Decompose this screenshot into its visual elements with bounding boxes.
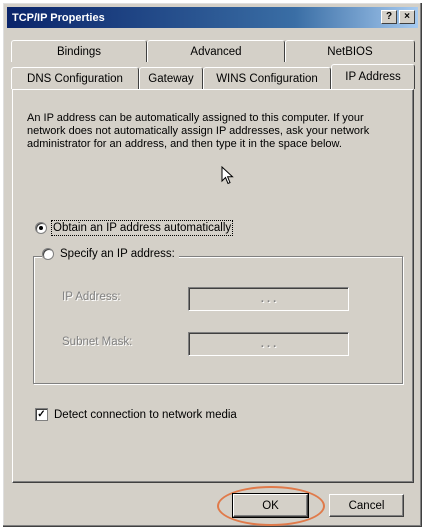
ip-address-label: IP Address: (62, 291, 121, 303)
ip-address-panel: An IP address can be automatically assig… (12, 89, 414, 483)
subnet-mask-field[interactable]: . . . (188, 332, 349, 356)
tab-ip-address[interactable]: IP Address (331, 64, 415, 89)
specify-ip-radio[interactable] (42, 248, 54, 260)
tab-bindings[interactable]: Bindings (11, 40, 147, 62)
tab-gateway[interactable]: Gateway (139, 67, 203, 89)
tab-advanced[interactable]: Advanced (147, 40, 285, 62)
detect-media-label[interactable]: Detect connection to network media (54, 409, 237, 421)
checkmark-icon[interactable]: ✓ (35, 408, 48, 421)
detect-media-option[interactable]: ✓ Detect connection to network media (35, 408, 237, 421)
obtain-ip-radio[interactable] (35, 222, 47, 234)
tab-netbios[interactable]: NetBIOS (285, 40, 415, 62)
title-bar: TCP/IP Properties ? × (7, 7, 418, 28)
help-icon[interactable]: ? (381, 10, 397, 24)
window-title: TCP/IP Properties (12, 11, 105, 24)
mouse-cursor-icon (221, 166, 234, 185)
tcpip-properties-dialog: TCP/IP Properties ? × Bindings Advanced … (2, 2, 423, 528)
obtain-ip-option[interactable]: Obtain an IP address automatically (35, 220, 234, 236)
subnet-mask-value: . . . (260, 338, 277, 350)
description-text: An IP address can be automatically assig… (27, 112, 370, 150)
cancel-button[interactable]: Cancel (329, 494, 404, 517)
specify-ip-group: Specify an IP address: IP Address: . . .… (33, 248, 403, 384)
tab-wins-configuration[interactable]: WINS Configuration (203, 67, 331, 89)
obtain-ip-label[interactable]: Obtain an IP address automatically (50, 220, 234, 236)
tab-dns-configuration[interactable]: DNS Configuration (11, 67, 139, 89)
ip-address-field[interactable]: . . . (188, 287, 349, 311)
ip-address-value: . . . (260, 293, 277, 305)
specify-ip-label[interactable]: Specify an IP address: (60, 248, 175, 260)
ok-button[interactable]: OK (232, 493, 309, 518)
specify-ip-option[interactable]: Specify an IP address: (42, 248, 179, 260)
tab-row-front: DNS Configuration Gateway WINS Configura… (11, 64, 415, 89)
close-icon[interactable]: × (399, 10, 415, 24)
subnet-mask-label: Subnet Mask: (62, 336, 133, 348)
tab-row-back: Bindings Advanced NetBIOS (11, 40, 415, 62)
